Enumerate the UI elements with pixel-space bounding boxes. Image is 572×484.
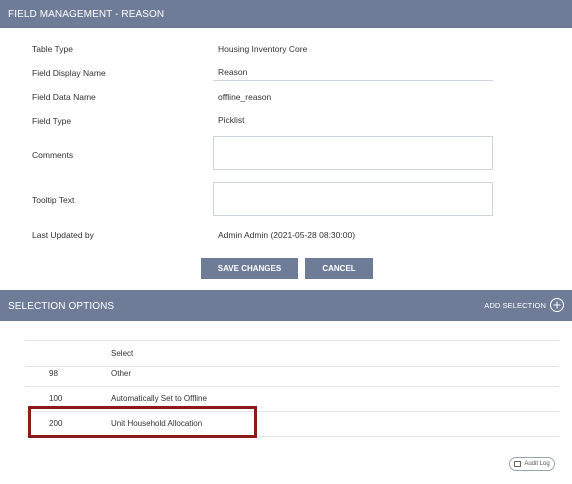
audit-log-label: Audit Log [524, 461, 550, 467]
field-display-name-label: Field Display Name [32, 68, 106, 78]
field-display-name-input[interactable]: Reason [218, 67, 247, 77]
table-type-value: Housing Inventory Core [218, 44, 308, 54]
field-type-label: Field Type [32, 116, 72, 126]
option-value: 100 [49, 394, 63, 403]
table-row[interactable]: 98 Other [25, 361, 559, 387]
tooltip-text-textarea[interactable] [213, 182, 493, 216]
last-updated-value: Admin Admin (2021-05-28 08:30:00) [218, 230, 356, 240]
option-value: 98 [49, 369, 58, 378]
comments-textarea[interactable] [213, 136, 493, 170]
highlight-annotation-box [28, 406, 257, 438]
save-changes-button[interactable]: SAVE CHANGES [201, 258, 298, 279]
add-selection-button[interactable]: ADD SELECTION [484, 298, 564, 312]
selection-options-title: SELECTION OPTIONS [8, 301, 115, 312]
last-updated-label: Last Updated by [32, 230, 94, 240]
add-circle-icon [550, 298, 564, 312]
tooltip-text-label: Tooltip Text [32, 195, 75, 205]
field-data-name-label: Field Data Name [32, 92, 96, 102]
add-selection-label: ADD SELECTION [484, 300, 546, 310]
column-header-select: Select [111, 349, 134, 358]
calendar-icon [514, 461, 522, 467]
field-management-header: FIELD MANAGEMENT - REASON [0, 0, 572, 28]
cancel-button[interactable]: CANCEL [305, 258, 373, 279]
audit-log-button[interactable]: Audit Log [509, 457, 555, 471]
option-label: Other [111, 369, 132, 378]
field-display-name-underline [213, 80, 493, 81]
comments-label: Comments [32, 150, 74, 160]
field-type-value: Picklist [218, 115, 245, 125]
option-label: Automatically Set to Offline [111, 394, 207, 403]
table-type-label: Table Type [32, 44, 73, 54]
page-title: FIELD MANAGEMENT - REASON [8, 9, 165, 20]
selection-options-header: SELECTION OPTIONS ADD SELECTION [0, 290, 572, 321]
field-data-name-value: offline_reason [218, 92, 272, 102]
